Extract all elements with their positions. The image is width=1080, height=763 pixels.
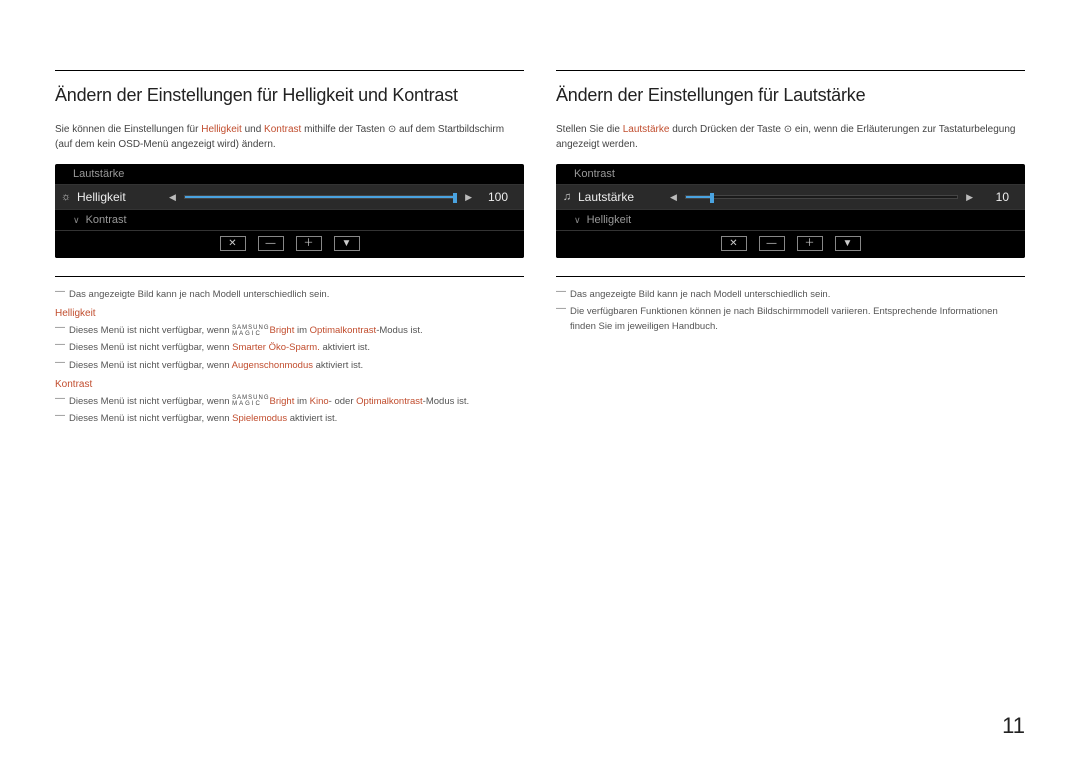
term: Bright — [270, 396, 295, 407]
osd-down-button[interactable]: ▼ — [835, 236, 861, 251]
manual-page: Ändern der Einstellungen für Helligkeit … — [0, 0, 1080, 763]
text: aktiviert ist. — [320, 342, 370, 353]
right-column: Ändern der Einstellungen für Lautstärke … — [556, 70, 1025, 428]
term: Augenschonmodus — [232, 360, 313, 371]
samsung-magic-logo: SAMSUNGMAGIC — [232, 325, 269, 337]
text: -Modus ist. — [423, 396, 469, 407]
note-line: Dieses Menü ist nicht verfügbar, wenn Au… — [55, 358, 524, 373]
term: Spielemodus — [232, 413, 287, 424]
slider-fill — [185, 196, 456, 198]
text: Dieses Menü ist nicht verfügbar, wenn — [69, 342, 232, 353]
sun-icon: ☼ — [55, 191, 71, 203]
text: Dieses Menü ist nicht verfügbar, wenn — [69, 413, 232, 424]
text: Dieses Menü ist nicht verfügbar, wenn — [69, 325, 232, 336]
osd-slider[interactable] — [685, 192, 958, 202]
triangle-right-icon: ▶ — [960, 192, 979, 203]
left-heading: Ändern der Einstellungen für Helligkeit … — [55, 85, 524, 106]
text: Dieses Menü ist nicht verfügbar, wenn — [69, 360, 232, 371]
left-column: Ändern der Einstellungen für Helligkeit … — [55, 70, 524, 428]
text: Sie können die Einstellungen für — [55, 124, 201, 135]
slider-handle[interactable] — [710, 193, 714, 203]
text: im — [294, 325, 309, 336]
triangle-right-icon: ▶ — [459, 192, 478, 203]
two-column-layout: Ändern der Einstellungen für Helligkeit … — [55, 70, 1025, 428]
osd-below-label: Helligkeit — [587, 214, 632, 226]
samsung-magic-logo: SAMSUNGMAGIC — [232, 395, 269, 407]
osd-item-below: ∨ Kontrast — [55, 209, 524, 230]
text: durch Drücken der Taste — [669, 124, 783, 135]
sub-heading-contrast: Kontrast — [55, 379, 524, 390]
chevron-down-icon: ∨ — [574, 215, 581, 226]
left-footnotes: Das angezeigte Bild kann je nach Modell … — [55, 276, 524, 426]
triangle-left-icon: ◀ — [163, 192, 182, 203]
note-line: Dieses Menü ist nicht verfügbar, wenn Sm… — [55, 340, 524, 355]
osd-value: 100 — [478, 190, 514, 204]
osd-plus-button[interactable]: ＋ — [296, 236, 322, 251]
osd-above-label: Kontrast — [574, 168, 615, 180]
term: Optimalkontrast — [310, 325, 377, 336]
sub-heading-brightness: Helligkeit — [55, 308, 524, 319]
osd-below-label: Kontrast — [86, 214, 127, 226]
osd-value: 10 — [979, 190, 1015, 204]
note-model-vary: Das angezeigte Bild kann je nach Modell … — [556, 287, 1025, 302]
note-functions-vary: Die verfügbaren Funktionen können je nac… — [556, 304, 1025, 334]
osd-slider[interactable] — [184, 192, 457, 202]
term-volume: Lautstärke — [623, 124, 670, 135]
text: -Modus ist. — [376, 325, 422, 336]
jog-button-icon: ⊙ — [784, 124, 792, 135]
term-brightness: Helligkeit — [201, 124, 242, 135]
osd-label: Helligkeit — [71, 190, 163, 204]
text: aktiviert ist. — [313, 360, 363, 371]
term: Bright — [270, 325, 295, 336]
text: aktiviert ist. — [287, 413, 337, 424]
term: Optimalkontrast — [356, 396, 423, 407]
osd-minus-button[interactable]: — — [759, 236, 785, 251]
osd-close-button[interactable]: ✕ — [220, 236, 246, 251]
note-model-vary: Das angezeigte Bild kann je nach Modell … — [55, 287, 524, 302]
slider-track — [184, 195, 457, 199]
text: mithilfe der Tasten — [301, 124, 388, 135]
osd-down-button[interactable]: ▼ — [334, 236, 360, 251]
osd-minus-button[interactable]: — — [258, 236, 284, 251]
osd-above-label: Lautstärke — [73, 168, 124, 180]
osd-item-above: ∧Kontrast — [556, 164, 1025, 185]
osd-plus-button[interactable]: ＋ — [797, 236, 823, 251]
osd-volume: ∧Kontrast ♫ Lautstärke ◀ ▶ 10 ∨ Helligkei… — [556, 164, 1025, 258]
page-number: 11 — [1002, 713, 1025, 739]
slider-track — [685, 195, 958, 199]
text: und — [242, 124, 264, 135]
chevron-down-icon: ∨ — [73, 215, 80, 226]
slider-handle[interactable] — [453, 193, 457, 203]
osd-brightness: ∧Lautstärke ☼ Helligkeit ◀ ▶ 100 ∨ Kontra… — [55, 164, 524, 258]
jog-button-icon: ⊙ — [388, 124, 396, 135]
slider-fill — [686, 196, 713, 198]
term-contrast: Kontrast — [264, 124, 301, 135]
osd-button-row: ✕ — ＋ ▼ — [55, 230, 524, 258]
text: Dieses Menü ist nicht verfügbar, wenn — [69, 396, 232, 407]
top-rule — [556, 70, 1025, 71]
osd-close-button[interactable]: ✕ — [721, 236, 747, 251]
term: Kino — [310, 396, 329, 407]
triangle-left-icon: ◀ — [664, 192, 683, 203]
note-line: Dieses Menü ist nicht verfügbar, wenn SA… — [55, 323, 524, 338]
right-heading: Ändern der Einstellungen für Lautstärke — [556, 85, 1025, 106]
osd-label: Lautstärke — [572, 190, 664, 204]
left-intro: Sie können die Einstellungen für Helligk… — [55, 122, 524, 152]
osd-active-row: ☼ Helligkeit ◀ ▶ 100 — [55, 185, 524, 209]
osd-active-row: ♫ Lautstärke ◀ ▶ 10 — [556, 185, 1025, 209]
headphones-icon: ♫ — [556, 191, 572, 203]
text: im — [294, 396, 309, 407]
text: Stellen Sie die — [556, 124, 623, 135]
osd-item-above: ∧Lautstärke — [55, 164, 524, 185]
note-line: Dieses Menü ist nicht verfügbar, wenn Sp… — [55, 411, 524, 426]
term: Smarter Öko-Sparm. — [232, 342, 320, 353]
text: - oder — [329, 396, 356, 407]
top-rule — [55, 70, 524, 71]
right-intro: Stellen Sie die Lautstärke durch Drücken… — [556, 122, 1025, 152]
osd-button-row: ✕ — ＋ ▼ — [556, 230, 1025, 258]
right-footnotes: Das angezeigte Bild kann je nach Modell … — [556, 276, 1025, 335]
note-line: Dieses Menü ist nicht verfügbar, wenn SA… — [55, 394, 524, 409]
osd-item-below: ∨ Helligkeit — [556, 209, 1025, 230]
